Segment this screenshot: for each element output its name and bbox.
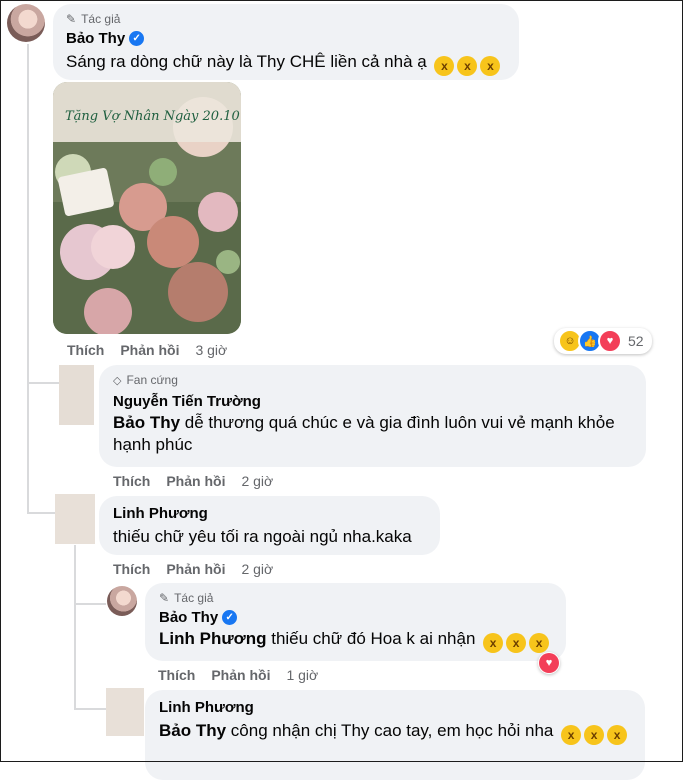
love-reaction-icon: ♥	[598, 329, 622, 353]
comment-author[interactable]: Linh Phương	[159, 699, 631, 716]
thread-line	[74, 545, 76, 710]
svg-text:Tặng Vợ Nhân Ngày 20.10: Tặng Vợ Nhân Ngày 20.10	[65, 109, 240, 124]
like-button[interactable]: Thích	[67, 342, 104, 358]
reaction-summary[interactable]: ♥	[538, 652, 560, 674]
comment-text: Bảo Thy dễ thương quá chúc e và gia đình…	[113, 413, 615, 454]
verified-icon: ✓	[129, 31, 145, 46]
comment-actions: Thích Phản hồi 2 giờ	[113, 473, 289, 489]
fan-badge: ◇ Fan cứng	[113, 373, 178, 387]
author-badge: ✎ Tác giả	[66, 12, 121, 26]
rolling-laughing-emoji: x	[483, 633, 504, 653]
rolling-laughing-emoji: x	[529, 633, 550, 653]
laughing-emoji: x	[434, 56, 455, 76]
comment-bubble: Linh Phương thiếu chữ yêu tối ra ngoài n…	[99, 496, 440, 555]
timestamp[interactable]: 1 giờ	[286, 667, 318, 683]
diamond-icon: ◇	[113, 374, 122, 387]
rolling-laughing-emoji: x	[561, 725, 582, 745]
thread-curve	[27, 512, 55, 514]
reply-button[interactable]: Phản hồi	[166, 561, 225, 577]
avatar[interactable]	[59, 365, 94, 425]
mention-link[interactable]: Bảo Thy	[113, 413, 180, 432]
timestamp[interactable]: 2 giờ	[241, 473, 273, 489]
comment-text: Linh Phương thiếu chữ đó Hoa k ai nhận x…	[159, 628, 552, 653]
avatar[interactable]	[55, 494, 95, 544]
mention-link[interactable]: Linh Phương	[159, 629, 267, 648]
reply-button[interactable]: Phản hồi	[166, 473, 225, 489]
pencil-icon: ✎	[66, 12, 77, 26]
comment-text: Bảo Thy công nhận chị Thy cao tay, em họ…	[159, 720, 631, 745]
comment-text: thiếu chữ yêu tối ra ngoài ngủ nha.kaka	[113, 527, 412, 546]
comment-author[interactable]: Linh Phương	[113, 505, 426, 522]
comment-bubble: Linh Phương Bảo Thy công nhận chị Thy ca…	[145, 690, 645, 780]
reply-button[interactable]: Phản hồi	[211, 667, 270, 683]
comment-actions: Thích Phản hồi 3 giờ	[67, 342, 243, 358]
avatar[interactable]	[7, 4, 45, 42]
laughing-emoji: x	[457, 56, 478, 76]
pencil-icon: ✎	[159, 591, 170, 605]
comment-bubble: ✎ Tác giả Bảo Thy ✓ Linh Phương thiếu ch…	[145, 583, 566, 661]
thread-curve	[74, 708, 106, 710]
thread-curve	[27, 382, 59, 384]
comment-bubble: ✎ Tác giả Bảo Thy ✓ Sáng ra dòng chữ này…	[53, 4, 519, 80]
comment-text: Sáng ra dòng chữ này là Thy CHÊ liền cả …	[66, 51, 506, 76]
timestamp[interactable]: 2 giờ	[241, 561, 273, 577]
mention-link[interactable]: Bảo Thy	[159, 721, 226, 740]
like-button[interactable]: Thích	[113, 561, 150, 577]
flower-bouquet-image: Tặng Vợ Nhân Ngày 20.10	[53, 82, 241, 334]
laughing-emoji: x	[480, 56, 501, 76]
like-button[interactable]: Thích	[113, 473, 150, 489]
author-badge: ✎ Tác giả	[159, 591, 214, 605]
comment-bubble: ◇ Fan cứng Nguyễn Tiến Trường Bảo Thy dễ…	[99, 365, 646, 467]
like-button[interactable]: Thích	[158, 667, 195, 683]
verified-icon: ✓	[222, 610, 238, 625]
comment-author[interactable]: Bảo Thy ✓	[159, 609, 552, 626]
thread-line	[27, 44, 29, 384]
reaction-summary[interactable]: ☺ 👍 ♥ 52	[554, 328, 652, 354]
timestamp[interactable]: 3 giờ	[195, 342, 227, 358]
avatar[interactable]	[107, 586, 137, 616]
comment-author[interactable]: Bảo Thy ✓	[66, 30, 506, 47]
comment-actions: Thích Phản hồi 2 giờ	[113, 561, 289, 577]
rolling-laughing-emoji: x	[607, 725, 628, 745]
love-reaction-icon: ♥	[539, 653, 559, 673]
comment-author[interactable]: Nguyễn Tiến Trường	[113, 393, 632, 410]
thread-line	[27, 384, 29, 514]
reaction-count: 52	[628, 333, 644, 349]
comment-actions: Thích Phản hồi 1 giờ	[158, 667, 334, 683]
rolling-laughing-emoji: x	[584, 725, 605, 745]
reply-button[interactable]: Phản hồi	[120, 342, 179, 358]
comment-photo[interactable]: Tặng Vợ Nhân Ngày 20.10	[53, 82, 241, 334]
thread-curve	[74, 603, 106, 605]
avatar[interactable]	[106, 688, 144, 736]
rolling-laughing-emoji: x	[506, 633, 527, 653]
